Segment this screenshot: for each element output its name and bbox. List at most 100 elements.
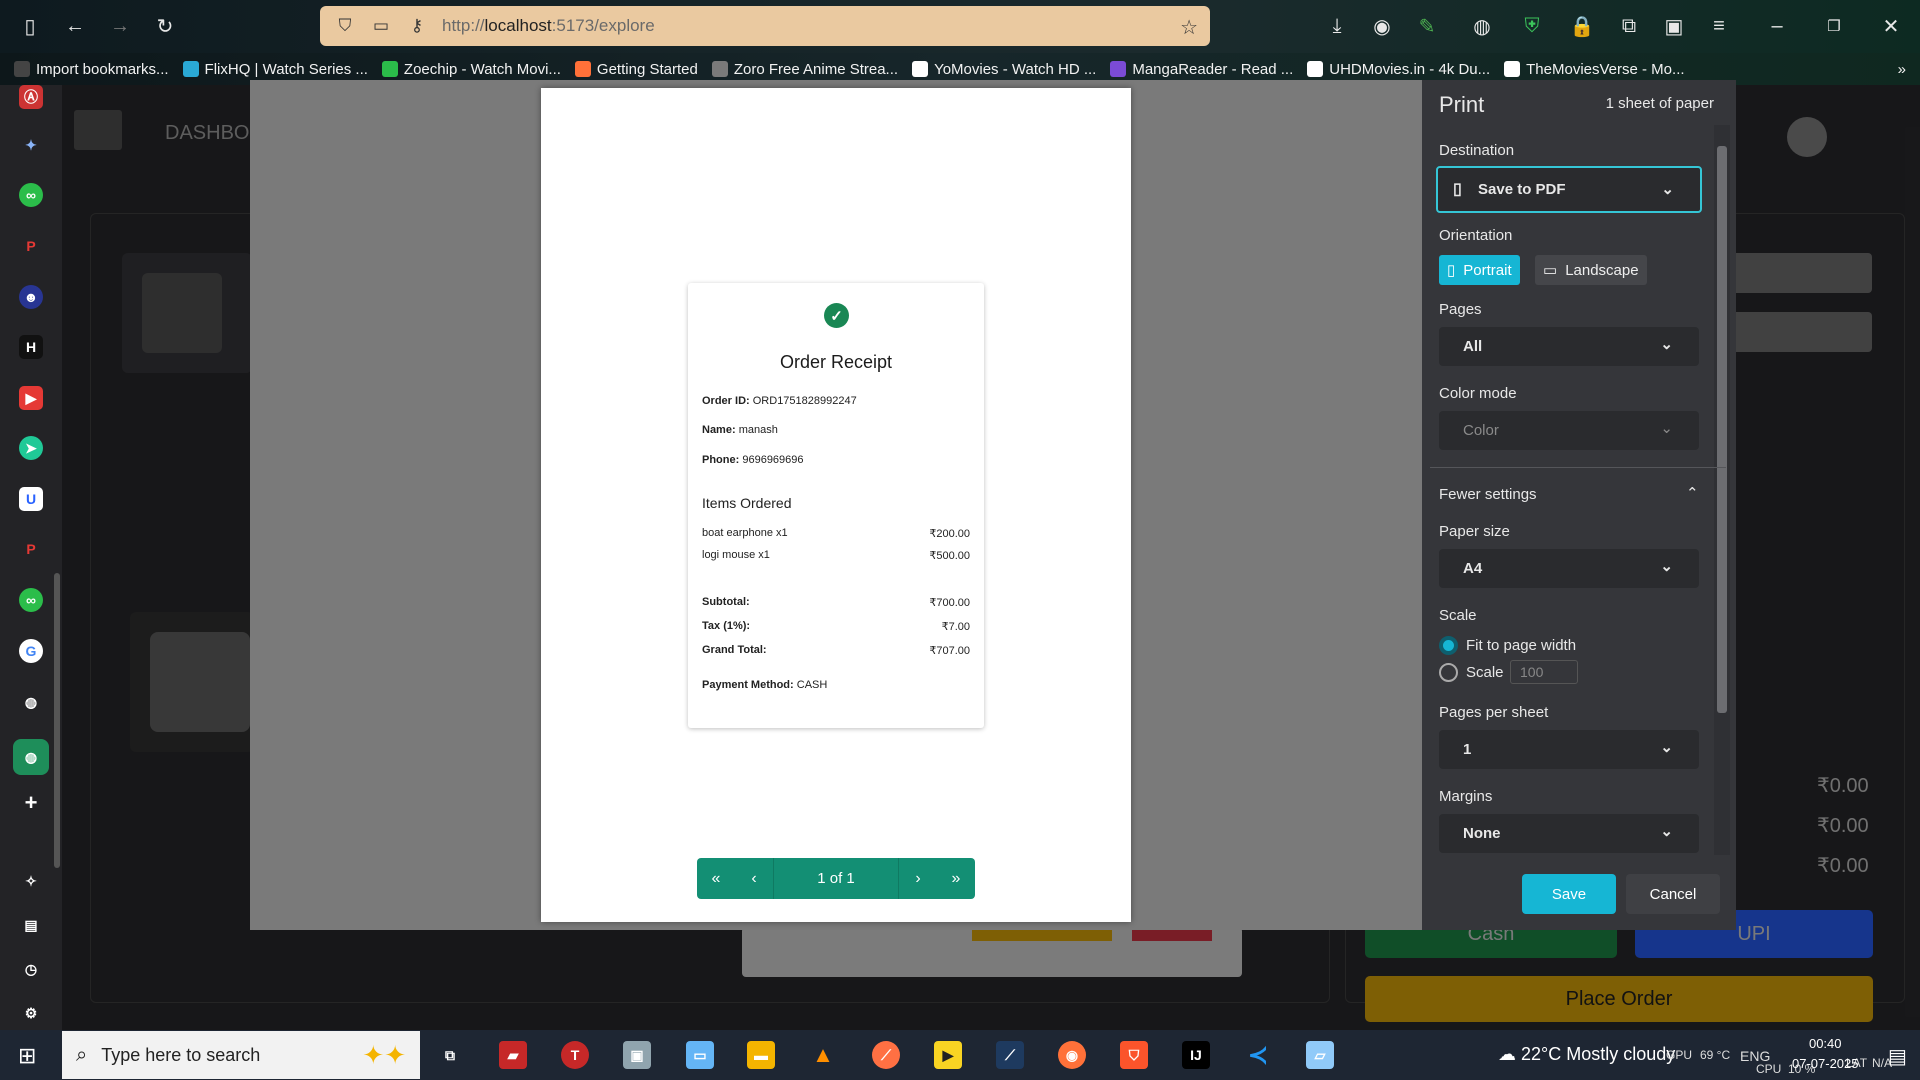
chevron-up-icon[interactable]: ⌃ [1686,484,1699,502]
taskbar-app-icon[interactable]: T [561,1041,589,1069]
bookmark-item[interactable]: TheMoviesVerse - Mo... [1504,61,1685,78]
sidebar-app-icon[interactable]: P [19,537,43,561]
taskbar-app-icon[interactable]: ▶ [934,1041,962,1069]
bookmark-item[interactable]: Getting Started [574,61,698,78]
sidebar-app-icon[interactable]: H [19,335,43,359]
sidebar-app-icon[interactable]: ➤ [19,436,43,460]
address-bar[interactable]: ⛉ ▭ ⚷ http://localhost:5173/explore ☆ [320,6,1210,46]
bookmark-item[interactable]: Zoro Free Anime Strea... [711,61,898,78]
taskbar-app-icon[interactable]: ▰ [499,1041,527,1069]
intellij-icon[interactable]: IJ [1182,1041,1210,1069]
shield-icon[interactable]: ⛉ [334,15,356,37]
extensions-puzzle-icon[interactable]: ⧉ [1615,12,1643,40]
taskbar-app-icon[interactable]: ⟋ [872,1041,900,1069]
weather-widget[interactable]: ☁ 22°C Mostly cloudy [1498,1044,1675,1065]
lock-extension-icon[interactable]: 🔒 [1568,12,1596,40]
sidebar-app-icon[interactable]: ∞ [19,588,43,612]
sidebar-app-icon[interactable]: Ⓐ [19,85,43,109]
bookmark-label: MangaReader - Read ... [1132,60,1294,78]
forward-icon[interactable]: → [106,12,134,40]
sidebar-app-icon[interactable]: U [19,487,43,511]
google-icon[interactable]: G [19,639,43,663]
gpu-value: 69 °C [1700,1048,1731,1062]
fewer-settings-toggle[interactable]: Fewer settings [1439,486,1537,503]
history-panel-icon[interactable]: ▤ [19,913,43,937]
settings-scrollbar-thumb[interactable] [1717,146,1727,713]
browser-toolbar: ▯ ← → ↻ ⛉ ▭ ⚷ http://localhost:5173/expl… [0,0,1920,53]
account-icon[interactable]: ◉ [1368,12,1396,40]
globe-icon[interactable]: ◍ [19,690,43,714]
landscape-button[interactable]: ▭ Landscape [1535,255,1647,285]
clock-icon[interactable]: ◷ [19,957,43,981]
sidebar-scrollbar[interactable] [54,573,60,868]
vscode-icon[interactable]: ≺ [1244,1041,1272,1069]
restore-icon[interactable]: ❐ [1820,12,1848,40]
more-bookmarks-icon[interactable]: » [1898,61,1906,78]
sidebar-app-icon[interactable]: ☻ [19,285,43,309]
save-button[interactable]: Save [1522,874,1616,914]
document-icon: ▯ [1453,181,1462,198]
margins-select[interactable]: None ⌄ [1439,814,1699,853]
bookmark-item[interactable]: Zoechip - Watch Movi... [381,61,561,78]
sidebar-app-icon[interactable]: P [19,234,43,258]
windows-start-icon[interactable]: ⊞ [18,1043,36,1069]
chevron-down-icon: ⌄ [1660,420,1673,437]
portrait-button[interactable]: ▯ Portrait [1439,255,1520,285]
taskbar-app-icon[interactable]: ▱ [1306,1041,1334,1069]
taskbar-app-icon[interactable]: ▣ [623,1041,651,1069]
bookmark-favicon-icon [381,61,398,77]
sidebar-toggle-icon[interactable]: ▯ [16,12,44,40]
url-text[interactable]: http://localhost:5173/explore [442,16,655,36]
subtotal-label: Subtotal: [702,596,750,608]
taskbar-search[interactable]: ⌕ Type here to search ✦✦ [62,1031,420,1079]
ai-sparkle-icon[interactable]: ✧ [19,869,43,893]
reload-icon[interactable]: ↻ [151,12,179,40]
notifications-icon[interactable]: ▤ [1888,1044,1907,1069]
shield-extension-icon[interactable]: ⛨ [1518,12,1546,40]
file-explorer-icon[interactable]: ▬ [747,1041,775,1069]
color-mode-select[interactable]: Color ⌄ [1439,411,1699,450]
fit-width-radio[interactable] [1439,636,1458,655]
brave-icon[interactable]: ⛉ [1120,1041,1148,1069]
bookmark-item[interactable]: FlixHQ | Watch Series ... [182,61,368,78]
bookmark-item[interactable]: UHDMovies.in - 4k Du... [1307,61,1490,78]
clock[interactable]: 00:40 07-07-2025 [1792,1034,1859,1074]
minimize-icon[interactable]: – [1763,12,1791,40]
paper-size-select[interactable]: A4 ⌄ [1439,549,1699,588]
custom-scale-radio[interactable] [1439,663,1458,682]
bookmark-item[interactable]: Import bookmarks... [14,61,169,78]
bookmark-star-icon[interactable]: ☆ [1180,15,1198,40]
first-page-icon[interactable]: « [697,858,735,899]
task-view-icon[interactable]: ⧉ [436,1041,464,1069]
menu-icon[interactable]: ≡ [1705,12,1733,40]
prev-page-icon[interactable]: ‹ [735,858,773,899]
sidebar-app-icon[interactable]: ✦ [19,133,43,157]
extension-icon[interactable]: ✎ [1413,12,1441,40]
page-icon[interactable]: ▭ [370,15,392,37]
permissions-icon[interactable]: ⚷ [406,15,428,37]
sidebar-app-icon[interactable]: ∞ [19,183,43,207]
last-page-icon[interactable]: » [937,858,975,899]
vlc-icon[interactable]: ▲ [809,1041,837,1069]
globe-active-icon[interactable]: ◍ [13,739,49,775]
download-icon[interactable]: ⤓ [1323,12,1351,40]
pages-select[interactable]: All ⌄ [1439,327,1699,366]
add-panel-icon[interactable]: + [19,790,43,815]
cancel-button[interactable]: Cancel [1626,874,1720,914]
pages-per-sheet-select[interactable]: 1 ⌄ [1439,730,1699,769]
sidebar-panel-icon[interactable]: ▣ [1660,12,1688,40]
youtube-icon[interactable]: ▶ [19,386,43,410]
back-icon[interactable]: ← [61,12,89,40]
vpn-globe-icon[interactable]: ◍ [1468,12,1496,40]
taskbar-app-icon[interactable]: ▭ [686,1041,714,1069]
item-row: logi mouse x1 ₹500.00 [702,549,970,562]
taskbar-app-icon[interactable]: ⟋ [996,1041,1024,1069]
settings-gear-icon[interactable]: ⚙ [19,1001,43,1025]
destination-select[interactable]: ▯ Save to PDF ⌄ [1436,166,1702,213]
bookmark-item[interactable]: YoMovies - Watch HD ... [912,61,1096,78]
bookmark-item[interactable]: MangaReader - Read ... [1110,61,1293,78]
close-window-icon[interactable]: ✕ [1877,12,1905,40]
firefox-icon[interactable]: ◉ [1058,1041,1086,1069]
next-page-icon[interactable]: › [899,858,937,899]
scale-input[interactable]: 100 [1510,660,1578,684]
